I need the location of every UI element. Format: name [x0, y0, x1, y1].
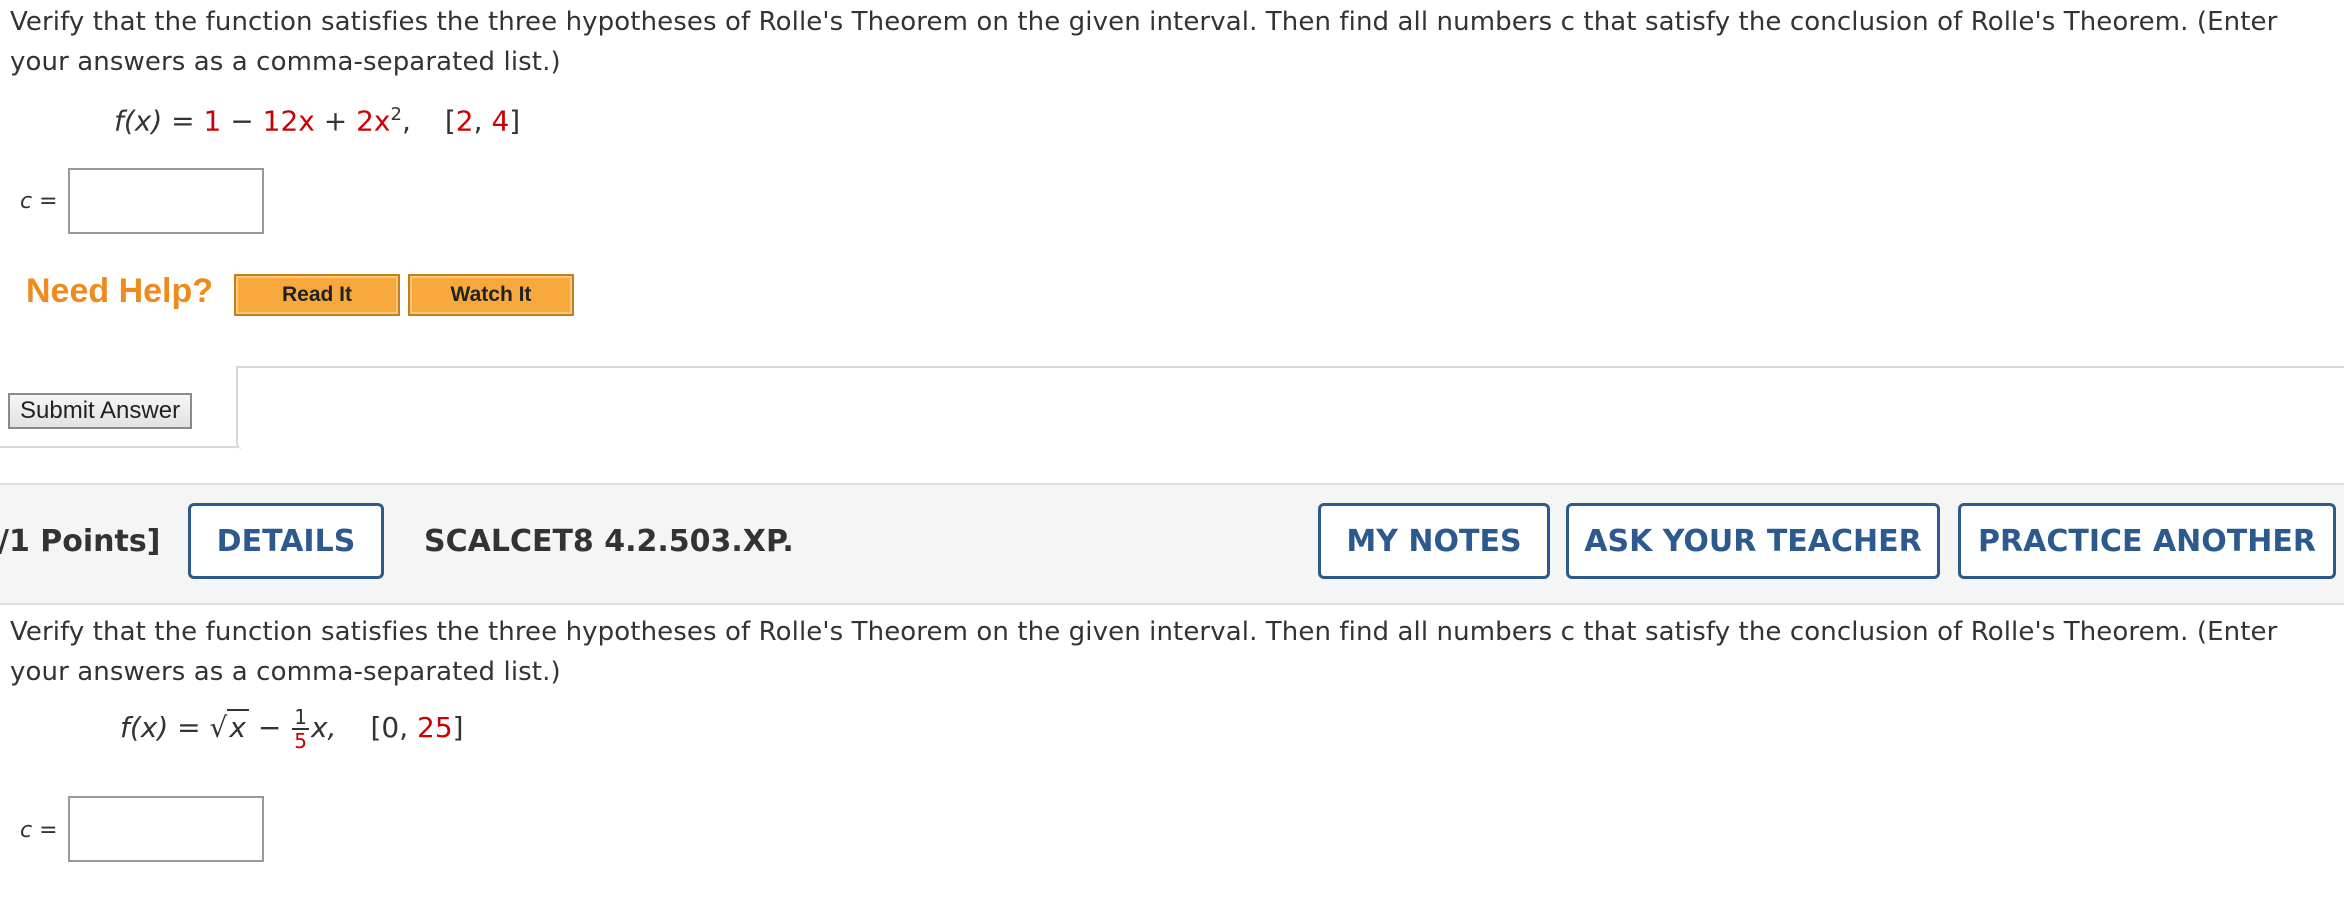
answer-variable: c — [20, 189, 33, 214]
answer-equals: = — [32, 818, 58, 843]
function-plus: + — [314, 104, 357, 138]
interval-open: [ — [370, 711, 382, 744]
practice-another-button[interactable]: PRACTICE ANOTHER — [1958, 503, 2336, 579]
function-exponent: 2 — [390, 104, 402, 125]
read-it-button[interactable]: Read It — [234, 274, 400, 316]
ask-your-teacher-button[interactable]: ASK YOUR TEACHER — [1566, 503, 1940, 579]
problem-2-prompt-line-2: your answers as a comma-separated list.) — [10, 657, 561, 687]
interval-close: ] — [452, 711, 464, 744]
function-comma: , — [401, 104, 411, 138]
interval-close: ] — [509, 104, 521, 138]
function-lhs: f(x) = — [120, 711, 210, 744]
function-minus: − — [248, 711, 291, 744]
problem-1-prompt: Verify that the function satisfies the t… — [10, 2, 2310, 82]
function-term-constant: 1 — [203, 104, 222, 138]
details-button[interactable]: DETAILS — [188, 503, 384, 579]
interval-start: 2 — [455, 104, 474, 138]
function-minus: − — [221, 104, 263, 138]
need-help-label: Need Help? — [26, 272, 214, 310]
interval-separator: , — [399, 711, 418, 744]
fraction: 15 — [292, 706, 309, 752]
fraction-denominator: 5 — [294, 729, 307, 753]
problem-1-prompt-line-2: your answers as a comma-separated list.) — [10, 47, 561, 77]
problem-1-answer-label: c = — [20, 189, 58, 214]
watch-it-button[interactable]: Watch It — [408, 274, 574, 316]
function-term-quadratic: 2x — [356, 104, 391, 138]
problem-2-prompt-line-1: Verify that the function satisfies the t… — [10, 617, 2278, 647]
interval-end: 25 — [417, 711, 453, 744]
answer-variable: c — [20, 818, 33, 843]
function-variable: x, — [310, 711, 337, 744]
problem-2-function: f(x) = √x − 1 5 x, [0, 25] — [120, 706, 464, 752]
submit-feedback-panel — [236, 366, 2344, 450]
problem-1-prompt-line-1: Verify that the function satisfies the t… — [10, 7, 2278, 37]
problem-2-answer-input[interactable] — [68, 796, 264, 862]
question-points: /1 Points] — [0, 524, 161, 559]
submit-panel-divider — [0, 446, 238, 448]
problem-1-answer-input[interactable] — [68, 168, 264, 234]
my-notes-button[interactable]: MY NOTES — [1318, 503, 1550, 579]
answer-equals: = — [32, 189, 58, 214]
interval-open: [ — [444, 104, 456, 138]
sqrt-radicand: x — [227, 709, 249, 744]
fraction-numerator: 1 — [292, 705, 309, 730]
problem-1-function: f(x) = 1 − 12x + 2x2, [2, 4] — [114, 104, 520, 137]
problem-2-answer-label: c = — [20, 818, 58, 843]
interval-separator: , — [473, 104, 492, 138]
question-code: SCALCET8 4.2.503.XP. — [424, 524, 794, 559]
interval-start: 0 — [381, 711, 400, 744]
interval-end: 4 — [491, 104, 510, 138]
problem-2-prompt: Verify that the function satisfies the t… — [10, 612, 2310, 692]
function-term-linear: 12x — [262, 104, 315, 138]
submit-answer-button[interactable]: Submit Answer — [8, 393, 193, 429]
function-lhs: f(x) = — [114, 104, 204, 138]
square-root: √x — [209, 709, 249, 744]
sqrt-sign: √ — [209, 711, 228, 744]
